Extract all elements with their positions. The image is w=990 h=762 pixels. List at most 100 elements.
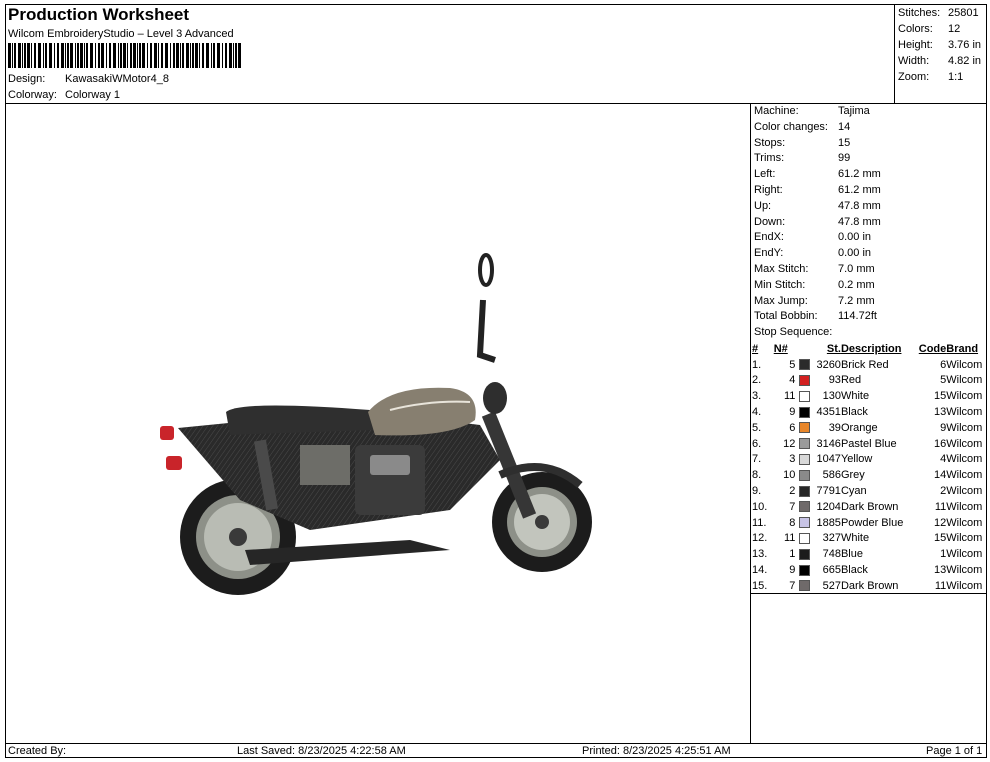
color-swatch <box>798 580 810 592</box>
color-swatch <box>798 501 810 513</box>
row-brand: Wilcom <box>946 406 983 419</box>
row-index: 13. <box>752 548 768 561</box>
col-header-index: # <box>752 342 759 355</box>
row-description: Powder Blue <box>840 516 904 529</box>
table-row: 13. 1 748 Blue 1 Wilcom <box>752 546 990 562</box>
seat <box>226 405 375 435</box>
row-index: 8. <box>752 469 762 482</box>
spec-row: Stops: 15 <box>754 136 851 149</box>
stat-row: Width: 4.82 in <box>898 55 982 67</box>
col-header-stitches: St. <box>826 342 841 355</box>
row-code: 2 <box>940 485 947 498</box>
color-swatch <box>798 390 810 402</box>
row-code: 13 <box>934 564 947 577</box>
row-brand: Wilcom <box>946 469 983 482</box>
spec-row: Min Stitch: 0.2 mm <box>754 278 875 291</box>
spec-row: Right: 61.2 mm <box>754 183 881 196</box>
spec-row: EndY: 0.00 in <box>754 247 872 260</box>
spec-row: Machine: Tajima <box>754 105 870 117</box>
row-swatch <box>795 467 813 483</box>
design-label: Design: <box>8 73 46 85</box>
row-needle: 10 <box>783 469 796 482</box>
row-brand: Wilcom <box>946 579 983 592</box>
color-swatch <box>798 517 810 529</box>
col-header-brand: Brand <box>946 342 979 355</box>
row-stitches: 586 <box>822 469 841 482</box>
table-row: 15. 7 527 Dark Brown 11 Wilcom <box>752 578 990 594</box>
row-swatch <box>795 515 813 531</box>
row-description: Black <box>840 406 868 419</box>
row-brand: Wilcom <box>946 532 983 545</box>
row-stitches: 93 <box>828 374 841 387</box>
row-description: Black <box>840 564 868 577</box>
row-code: 16 <box>934 437 947 450</box>
rear-hub <box>229 528 247 546</box>
row-brand: Wilcom <box>946 516 983 529</box>
row-needle: 3 <box>789 453 796 466</box>
stat-row: Zoom: 1:1 <box>898 71 964 83</box>
row-stitches: 527 <box>822 579 841 592</box>
row-needle: 6 <box>789 421 796 434</box>
row-code: 15 <box>934 532 947 545</box>
rear-indicator <box>166 456 182 470</box>
footer-divider <box>5 743 987 744</box>
row-description: Cyan <box>840 485 867 498</box>
col-header-description: Description <box>840 342 902 355</box>
row-index: 6. <box>752 437 762 450</box>
design-row: Design: KawasakiWMotor4_8 <box>8 73 169 85</box>
row-index: 9. <box>752 485 762 498</box>
row-code: 9 <box>940 421 947 434</box>
sidepanel-divider <box>750 103 751 743</box>
row-brand: Wilcom <box>946 564 983 577</box>
page-title: Production Worksheet <box>8 5 190 24</box>
table-row: 2. 4 93 Red 5 Wilcom <box>752 373 990 389</box>
color-swatch <box>798 406 810 418</box>
row-swatch <box>795 562 813 578</box>
row-index: 3. <box>752 390 762 403</box>
row-description: Red <box>840 374 862 387</box>
row-brand: Wilcom <box>946 421 983 434</box>
table-row: 11. 8 1885 Powder Blue 12 Wilcom <box>752 515 990 531</box>
row-needle: 8 <box>789 516 796 529</box>
color-swatch <box>798 422 810 434</box>
row-needle: 7 <box>789 579 796 592</box>
colorway-label: Colorway: <box>8 89 57 101</box>
row-code: 11 <box>934 500 947 513</box>
col-header-number: N# <box>773 342 788 355</box>
row-needle: 2 <box>789 485 796 498</box>
color-swatch <box>798 564 810 576</box>
row-index: 15. <box>752 579 768 592</box>
color-swatch <box>798 548 810 560</box>
spec-row: Max Stitch: 7.0 mm <box>754 262 875 275</box>
row-swatch <box>795 578 813 594</box>
design-stats: Stitches: 25801 Colors: 12 Height: 3.76 in … <box>898 5 981 85</box>
table-row: 14. 9 665 Black 13 Wilcom <box>752 562 990 578</box>
spec-row: Trims: 99 <box>754 152 851 165</box>
stop-sequence-table: # N# St. Description Code Brand 1. 5 3260 B… <box>752 341 990 594</box>
spec-row: Max Jump: 7.2 mm <box>754 294 875 307</box>
row-index: 1. <box>752 358 762 371</box>
row-brand: Wilcom <box>946 437 983 450</box>
row-description: White <box>840 390 870 403</box>
stop-sequence-rows: 1. 5 3260 Brick Red 6 Wilcom 2. 4 93 Red 5 Wilcom 3.… <box>752 357 990 594</box>
row-stitches: 3260 <box>816 358 841 371</box>
table-row: 8. 10 586 Grey 14 Wilcom <box>752 467 990 483</box>
row-swatch <box>795 404 813 420</box>
row-stitches: 1204 <box>816 500 841 513</box>
stats-divider <box>894 4 895 103</box>
row-code: 14 <box>934 469 947 482</box>
stat-row: Stitches: 25801 <box>898 7 979 19</box>
row-swatch <box>795 452 813 468</box>
color-swatch <box>798 375 810 387</box>
row-brand: Wilcom <box>946 453 983 466</box>
row-swatch <box>795 531 813 547</box>
table-row: 6. 12 3146 Pastel Blue 16 Wilcom <box>752 436 990 452</box>
row-brand: Wilcom <box>946 390 983 403</box>
row-swatch <box>795 436 813 452</box>
mirror <box>478 253 494 287</box>
row-swatch <box>795 499 813 515</box>
col-header-code: Code <box>918 342 947 355</box>
row-needle: 5 <box>789 358 796 371</box>
color-swatch <box>798 533 810 545</box>
row-code: 11 <box>934 579 947 592</box>
